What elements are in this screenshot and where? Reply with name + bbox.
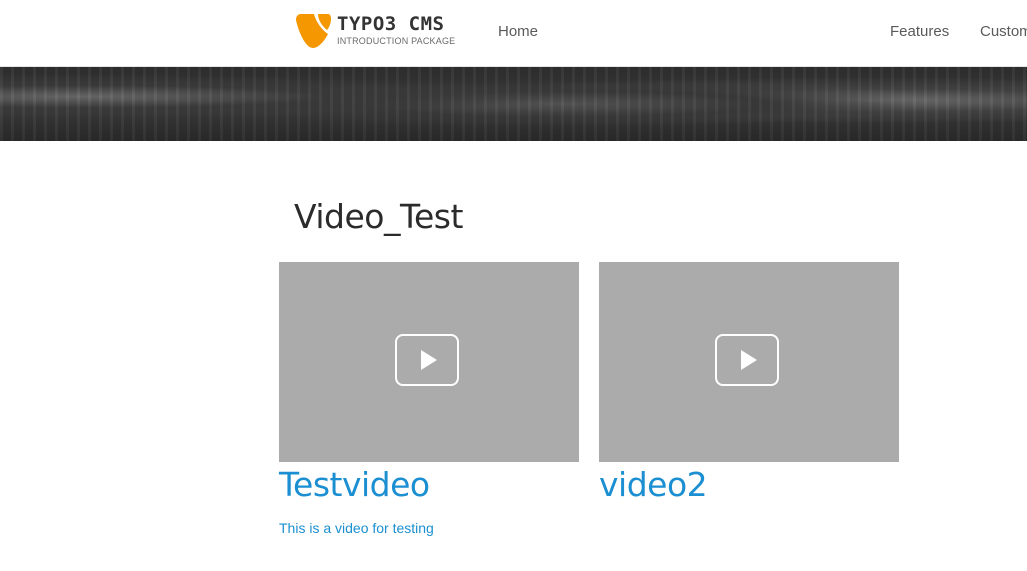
play-icon: [741, 350, 757, 370]
typo3-logo-icon: [296, 14, 331, 48]
video-description[interactable]: This is a video for testing: [279, 520, 579, 536]
typo3-logo[interactable]: TYPO3 CMS INTRODUCTION PACKAGE: [294, 12, 455, 52]
play-button[interactable]: [715, 334, 779, 386]
play-button[interactable]: [395, 334, 459, 386]
video-title[interactable]: Testvideo: [279, 466, 579, 504]
logo-subtitle: INTRODUCTION PACKAGE: [337, 36, 456, 46]
logo-title: TYPO3 CMS: [337, 13, 445, 35]
play-icon: [421, 350, 437, 370]
logo-text: TYPO3 CMS INTRODUCTION PACKAGE: [337, 12, 455, 46]
nav-item-home[interactable]: Home: [498, 23, 538, 40]
nav-item-features[interactable]: Features: [890, 23, 949, 40]
video-card: video2: [599, 262, 899, 504]
page-title: Video_Test: [294, 197, 463, 236]
video-card: Testvideo This is a video for testing: [279, 262, 579, 536]
nav-item-custom[interactable]: Custom: [980, 23, 1027, 40]
video-player[interactable]: [279, 262, 579, 462]
video-player[interactable]: [599, 262, 899, 462]
top-navbar: TYPO3 CMS INTRODUCTION PACKAGE Home Feat…: [0, 0, 1027, 67]
video-title[interactable]: video2: [599, 466, 899, 504]
hero-banner: [0, 67, 1027, 141]
